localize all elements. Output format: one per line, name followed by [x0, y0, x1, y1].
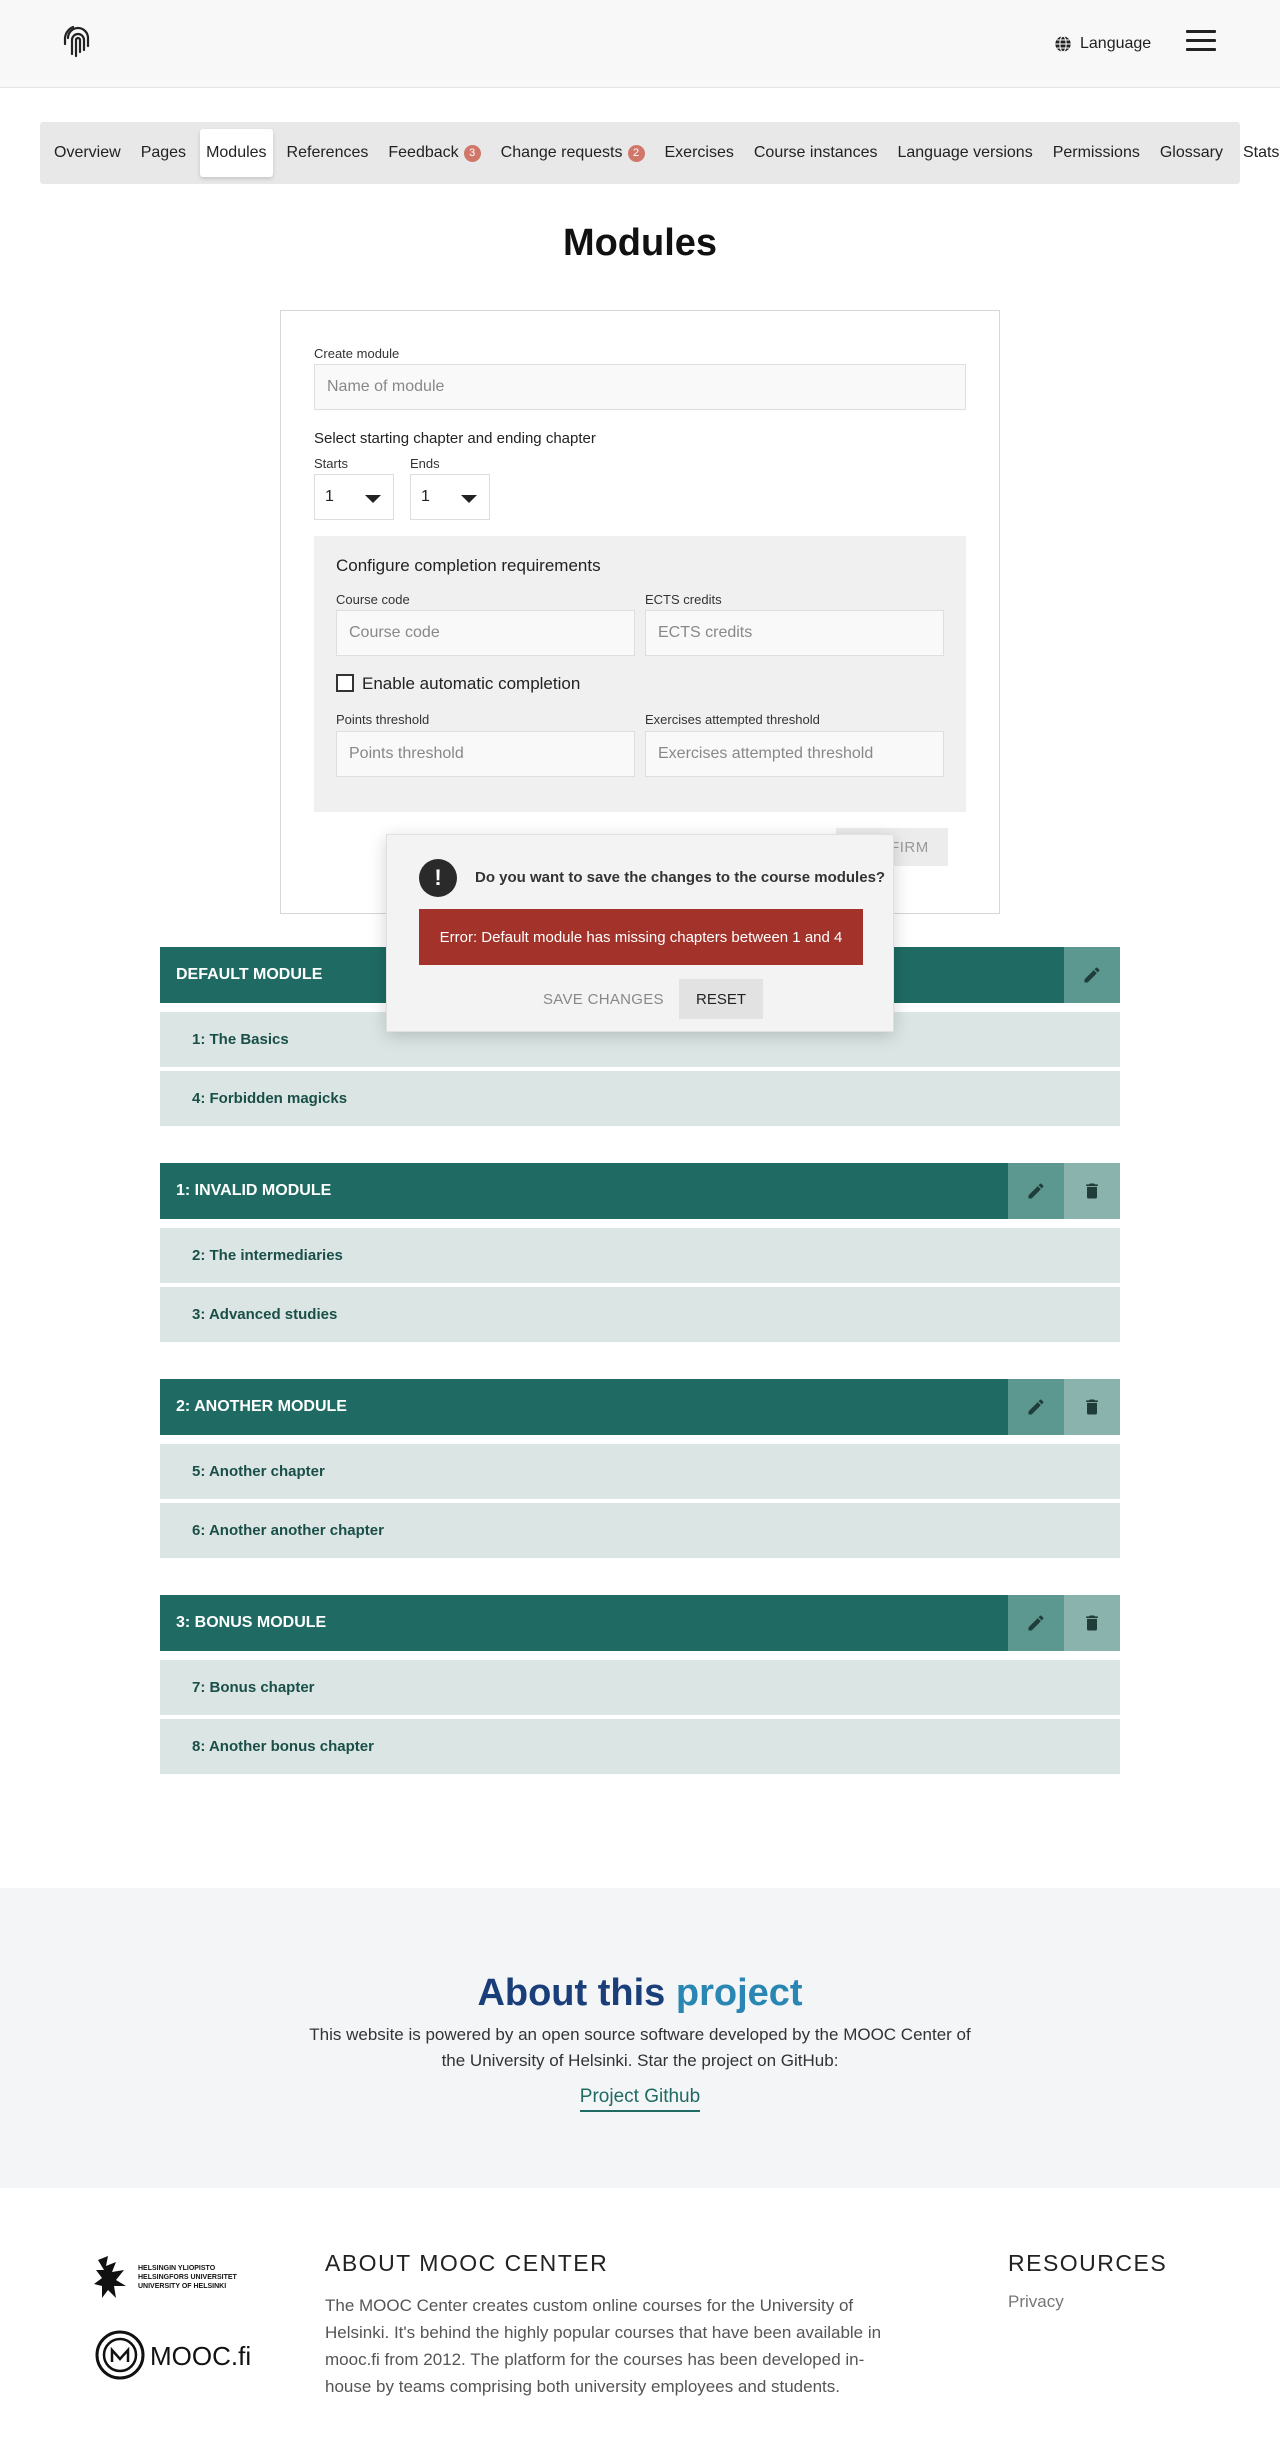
chapter-item: 7: Bonus chapter [160, 1660, 1120, 1715]
module-header: 1: INVALID MODULE [160, 1163, 1120, 1219]
tab-course-instances[interactable]: Course instances [748, 129, 884, 177]
language-selector[interactable]: Language [1054, 30, 1151, 58]
fingerprint-logo-icon[interactable] [60, 24, 96, 60]
delete-module-button[interactable] [1064, 1595, 1120, 1651]
module-title: 2: ANOTHER MODULE [176, 1398, 347, 1415]
save-changes-button[interactable]: SAVE CHANGES [535, 979, 672, 1019]
change-requests-count-badge: 2 [627, 144, 645, 162]
top-bar: Language [0, 0, 1280, 88]
starts-select[interactable]: 1 [314, 474, 394, 520]
edit-module-button[interactable] [1008, 1379, 1064, 1435]
tab-pages[interactable]: Pages [135, 129, 192, 177]
auto-completion-label[interactable]: Enable automatic completion [362, 674, 580, 694]
tab-overview[interactable]: Overview [48, 129, 127, 177]
module-title: DEFAULT MODULE [176, 966, 323, 983]
trash-icon [1086, 1399, 1098, 1415]
module-title: 1: INVALID MODULE [176, 1182, 332, 1199]
module-name-input[interactable]: Name of module [314, 364, 966, 410]
chapter-item: 6: Another another chapter [160, 1503, 1120, 1558]
tab-modules[interactable]: Modules [200, 129, 273, 177]
university-of-helsinki-logo[interactable]: HELSINGIN YLIOPISTO HELSINGFORS UNIVERSI… [94, 2252, 254, 2302]
points-threshold-label: Points threshold [336, 712, 430, 727]
about-title: About this project [477, 1972, 803, 2014]
svg-text:HELSINGFORS UNIVERSITET: HELSINGFORS UNIVERSITET [138, 2274, 238, 2281]
ends-select[interactable]: 1 [410, 474, 490, 520]
pencil-icon [1028, 1399, 1044, 1415]
about-mooc-heading: ABOUT MOOC CENTER [325, 2250, 609, 2276]
chevron-down-icon [461, 495, 477, 503]
menu-icon[interactable] [1186, 30, 1216, 56]
dialog-question: Do you want to save the changes to the c… [475, 869, 886, 886]
points-threshold-input[interactable]: Points threshold [336, 731, 635, 777]
edit-module-button[interactable] [1008, 1163, 1064, 1219]
trash-icon [1086, 1183, 1098, 1199]
tab-feedback[interactable]: Feedback 3 [382, 129, 486, 177]
privacy-link[interactable]: Privacy [1008, 2292, 1064, 2312]
tab-language-versions[interactable]: Language versions [891, 129, 1038, 177]
svg-text:MOOC.fi: MOOC.fi [150, 2341, 251, 2371]
chapter-item: 5: Another chapter [160, 1444, 1120, 1499]
ects-label: ECTS credits [645, 592, 722, 607]
create-module-label: Create module [314, 346, 400, 361]
pencil-icon [1028, 1615, 1044, 1631]
chapter-item: 3: Advanced studies [160, 1287, 1120, 1342]
tab-stats[interactable]: Stats [1237, 129, 1280, 177]
globe-icon [1055, 35, 1071, 53]
chapter-range-heading: Select starting chapter and ending chapt… [314, 430, 596, 447]
course-nav-tabs: Overview Pages Modules References Feedba… [40, 122, 1279, 184]
project-github-link[interactable]: Project Github [0, 2086, 1280, 2112]
chevron-down-icon [365, 495, 381, 503]
mooc-fi-logo[interactable]: MOOC.fi [94, 2328, 254, 2382]
pencil-icon [1084, 967, 1100, 983]
about-project-section: About this project This website is power… [0, 1888, 1280, 2188]
course-code-label: Course code [336, 592, 410, 607]
module-header: 3: BONUS MODULE [160, 1595, 1120, 1651]
chapter-item: 4: Forbidden magicks [160, 1071, 1120, 1126]
trash-icon [1086, 1615, 1098, 1631]
resources-heading: RESOURCES [1008, 2250, 1168, 2276]
delete-module-button[interactable] [1064, 1379, 1120, 1435]
module-header: 2: ANOTHER MODULE [160, 1379, 1120, 1435]
pencil-icon [1028, 1183, 1044, 1199]
requirements-heading: Configure completion requirements [336, 556, 601, 575]
reset-button[interactable]: RESET [679, 979, 763, 1019]
edit-module-button[interactable] [1008, 1595, 1064, 1651]
svg-text:HELSINGIN YLIOPISTO: HELSINGIN YLIOPISTO [138, 2265, 216, 2272]
language-label: Language [1080, 35, 1152, 52]
tab-change-requests[interactable]: Change requests 2 [495, 129, 651, 177]
course-code-input[interactable]: Course code [336, 610, 635, 656]
page-title: Modules [562, 222, 718, 264]
tab-permissions[interactable]: Permissions [1047, 129, 1146, 177]
tab-glossary[interactable]: Glossary [1154, 129, 1229, 177]
auto-completion-checkbox[interactable] [336, 674, 354, 692]
ends-label: Ends [410, 456, 440, 471]
exercises-threshold-input[interactable]: Exercises attempted threshold [645, 731, 944, 777]
about-mooc-text: The MOOC Center creates custom online co… [325, 2296, 882, 2396]
edit-module-button[interactable] [1064, 947, 1120, 1003]
svg-text:UNIVERSITY OF HELSINKI: UNIVERSITY OF HELSINKI [138, 2283, 226, 2290]
save-changes-dialog: ! Do you want to save the changes to the… [386, 834, 894, 1032]
about-text: This website is powered by an open sourc… [309, 2025, 971, 2070]
error-message: Error: Default module has missing chapte… [419, 909, 863, 965]
exclamation-icon: ! [419, 859, 457, 897]
ects-input[interactable]: ECTS credits [645, 610, 944, 656]
delete-module-button[interactable] [1064, 1163, 1120, 1219]
tab-exercises[interactable]: Exercises [659, 129, 740, 177]
chapter-item: 8: Another bonus chapter [160, 1719, 1120, 1774]
exercises-threshold-label: Exercises attempted threshold [645, 712, 820, 727]
chapter-item: 2: The intermediaries [160, 1228, 1120, 1283]
feedback-count-badge: 3 [463, 144, 481, 162]
starts-label: Starts [314, 456, 348, 471]
tab-references[interactable]: References [281, 129, 375, 177]
module-title: 3: BONUS MODULE [176, 1614, 327, 1631]
